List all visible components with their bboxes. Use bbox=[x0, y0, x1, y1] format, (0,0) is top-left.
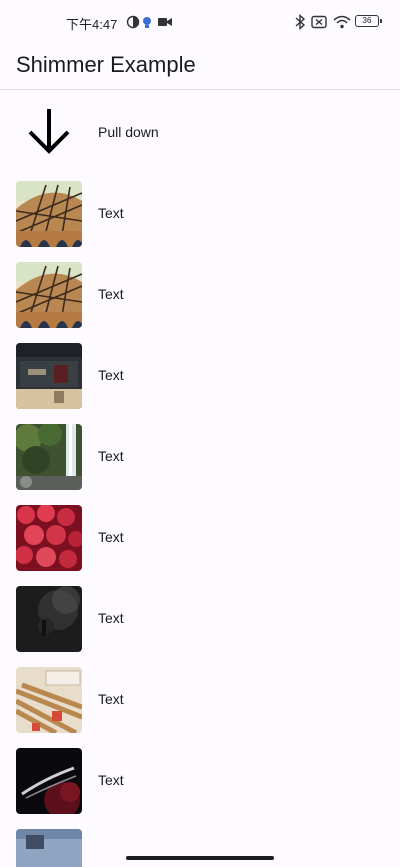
pull-down-label: Pull down bbox=[98, 124, 159, 140]
app-bar: Shimmer Example bbox=[0, 44, 400, 90]
no-sim-icon bbox=[311, 15, 327, 29]
list-item-label: Text bbox=[98, 610, 124, 626]
battery-icon: 36 bbox=[355, 15, 382, 27]
list-item[interactable]: Text bbox=[0, 254, 400, 335]
dark-interior-room-image bbox=[16, 343, 82, 409]
list-item-label: Text bbox=[98, 286, 124, 302]
glass-dome-roof-image bbox=[16, 262, 82, 328]
bluetooth-icon bbox=[295, 14, 306, 30]
list-item-label: Text bbox=[98, 772, 124, 788]
list-item-label: Text bbox=[98, 205, 124, 221]
pull-down-row[interactable]: Pull down bbox=[0, 91, 400, 173]
list-item[interactable]: Text bbox=[0, 740, 400, 821]
list-item[interactable]: Text bbox=[0, 659, 400, 740]
glass-dome-roof-image bbox=[16, 181, 82, 247]
wifi-icon bbox=[333, 15, 351, 29]
bulb-icon bbox=[143, 17, 151, 28]
list-item[interactable]: Text bbox=[0, 578, 400, 659]
strawberries-image bbox=[16, 505, 82, 571]
status-time: 下午4:47 bbox=[66, 17, 118, 32]
arrow-down-icon bbox=[28, 109, 70, 154]
wooden-boards-image bbox=[16, 667, 82, 733]
dark-abstract-red-image bbox=[16, 748, 82, 814]
status-bar: 下午4:47 36 bbox=[0, 0, 400, 44]
list-item-label: Text bbox=[98, 529, 124, 545]
list-item-label: Text bbox=[98, 448, 124, 464]
list-item[interactable]: Text bbox=[0, 497, 400, 578]
list-item-label: Text bbox=[98, 691, 124, 707]
list-item[interactable]: Text bbox=[0, 416, 400, 497]
list-item-label: Text bbox=[98, 367, 124, 383]
list-item[interactable]: Text bbox=[0, 335, 400, 416]
list-item[interactable] bbox=[0, 821, 400, 867]
page-title: Shimmer Example bbox=[16, 52, 196, 77]
video-camera-icon bbox=[158, 18, 172, 26]
partial-sky-image bbox=[16, 829, 82, 867]
home-indicator[interactable] bbox=[126, 856, 274, 860]
waterfall-forest-image bbox=[16, 424, 82, 490]
moon-icon bbox=[126, 15, 140, 29]
list-item[interactable]: Text bbox=[0, 173, 400, 254]
dark-smoke-image bbox=[16, 586, 82, 652]
